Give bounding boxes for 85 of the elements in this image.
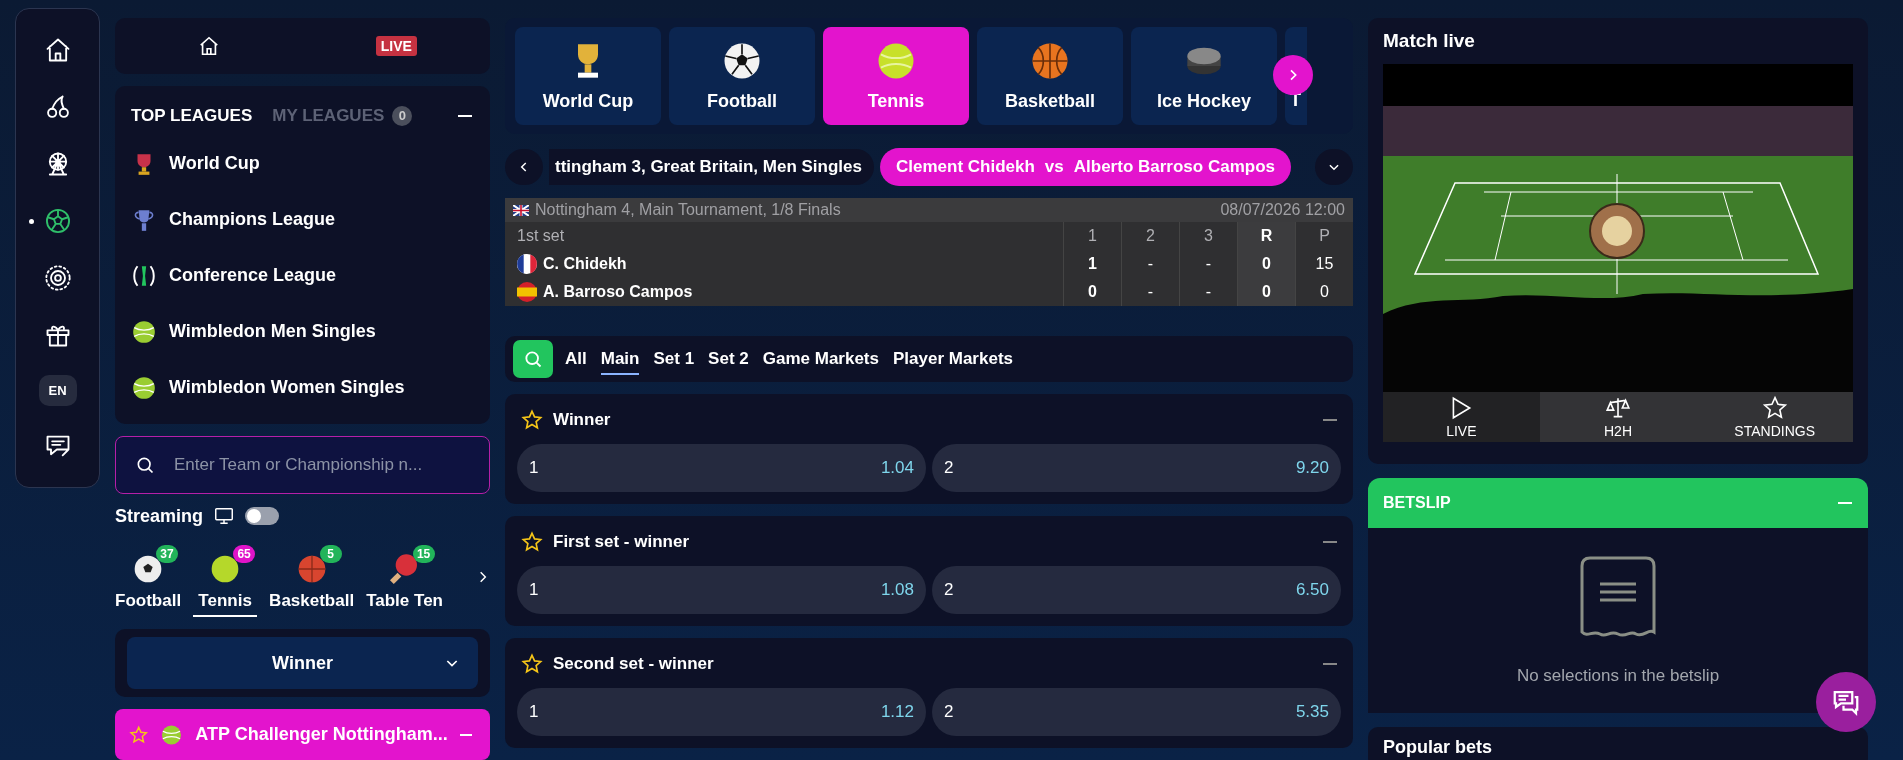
sport-tile[interactable]: Ice Hockey [1131,27,1277,125]
league-tab[interactable]: MY LEAGUES 0 [272,105,413,126]
match-tab[interactable]: H2H [1539,392,1697,442]
score-cell: 0 [1295,278,1353,306]
league-item[interactable]: Wimbledon Men Singles [131,303,472,360]
sport-tile[interactable]: Basketball [977,27,1123,125]
market-tab[interactable]: Set 2 [708,343,749,375]
league-item[interactable]: World Cup [131,135,472,192]
empty-message: No selections in the betslip [1516,665,1720,686]
odds-button[interactable]: 2 6.50 [932,566,1341,614]
player-name: C. Chidekh [543,255,627,273]
league-name: ATP Challenger Nottingham... [195,724,448,746]
market-tab[interactable]: Player Markets [893,343,1013,375]
search-field[interactable]: Enter Team or Championship n... [115,435,490,494]
market-title: Second set - winner [553,654,714,674]
count-badge: 37 [156,545,179,564]
match-tab[interactable]: STANDINGS [1696,392,1853,442]
sport-chip[interactable]: 5 Basketball [269,545,355,618]
count-badge: 65 [233,545,256,564]
column-header: 2 [1121,222,1179,250]
star-icon [1761,395,1788,421]
count-badge: 15 [412,545,435,564]
league-item[interactable]: Wimbledon Women Singles [131,359,472,416]
period-label: 1st set [516,227,566,245]
odds-button[interactable]: 1 1.04 [517,444,926,492]
match-datetime: 08/07/2026 12:00 [1220,201,1345,219]
tennis-ball-icon [131,374,157,401]
player-name: A. Barroso Campos [543,283,693,301]
column-header: P [1295,222,1353,250]
sport-chip[interactable]: 65 Tennis [193,545,258,618]
league-item[interactable]: Champions League [131,191,472,248]
language-button[interactable]: EN [38,375,77,406]
sport-chip[interactable]: 15 Table Ten [366,545,443,618]
match-tab[interactable]: LIVE [1383,392,1540,442]
market-dropdown[interactable]: Winner [127,637,478,690]
tennis-ball-icon [131,318,157,345]
streaming-toggle[interactable] [245,507,280,526]
score-cell: - [1121,250,1179,278]
active-dot [28,219,34,224]
score-cell: 0 [1237,250,1295,278]
card-title: Match live [1383,30,1476,52]
star-icon[interactable] [521,531,543,553]
market-title: First set - winner [553,532,690,552]
market-tab[interactable]: Main [600,343,640,375]
column-header: 1 [1063,222,1121,250]
star-icon[interactable] [521,409,543,431]
star-icon[interactable] [521,653,543,675]
score-cell: 1 [1063,250,1121,278]
collapse-icon[interactable] [458,114,472,117]
market-tab[interactable]: Set 1 [653,343,695,375]
event-tab[interactable]: ttingham 3, Great Britain, Men Singles [549,149,874,185]
market-title: Winner [553,410,611,430]
chat-button[interactable] [1816,672,1876,732]
search-button[interactable] [513,340,553,378]
league-item[interactable]: Conference League [131,247,472,304]
league-tab[interactable]: TOP LEAGUES [131,105,253,126]
streaming-label: Streaming [115,505,204,527]
event-tab[interactable]: Clement Chidekh vs Alberto Barroso Campos [880,148,1291,186]
next-arrow-button[interactable] [1273,55,1313,95]
odds-button[interactable]: 1 1.08 [517,566,926,614]
live-badge[interactable]: LIVE [375,35,417,56]
sport-tile[interactable]: Tennis [823,27,969,125]
sport-chip[interactable]: 37 Football [115,545,182,618]
odds-button[interactable]: 2 9.20 [932,444,1341,492]
sport-tile[interactable]: Football [669,27,815,125]
flag-icon [517,254,537,274]
search-icon [523,349,543,369]
score-cell: 15 [1295,250,1353,278]
betslip-title: BETSLIP [1383,494,1451,512]
market-tab[interactable]: Game Markets [762,343,879,375]
flag-icon [513,204,529,216]
odds-button[interactable]: 2 5.35 [932,688,1341,736]
tournament-name: Nottingham 4, Main Tournament, 1/8 Finals [535,201,841,219]
flag-icon [517,282,537,302]
market-tab[interactable]: All [565,343,587,375]
league-header[interactable]: ATP Challenger Nottingham... [115,709,490,760]
star-icon[interactable] [129,723,149,746]
count-badge: 5 [319,545,342,564]
column-header: R [1237,222,1295,250]
score-cell: - [1121,278,1179,306]
odds-button[interactable]: 1 1.12 [517,688,926,736]
score-cell: 0 [1237,278,1295,306]
sport-tile[interactable]: World Cup [515,27,661,125]
score-cell: 0 [1063,278,1121,306]
card-title: Popular bets [1383,737,1493,757]
